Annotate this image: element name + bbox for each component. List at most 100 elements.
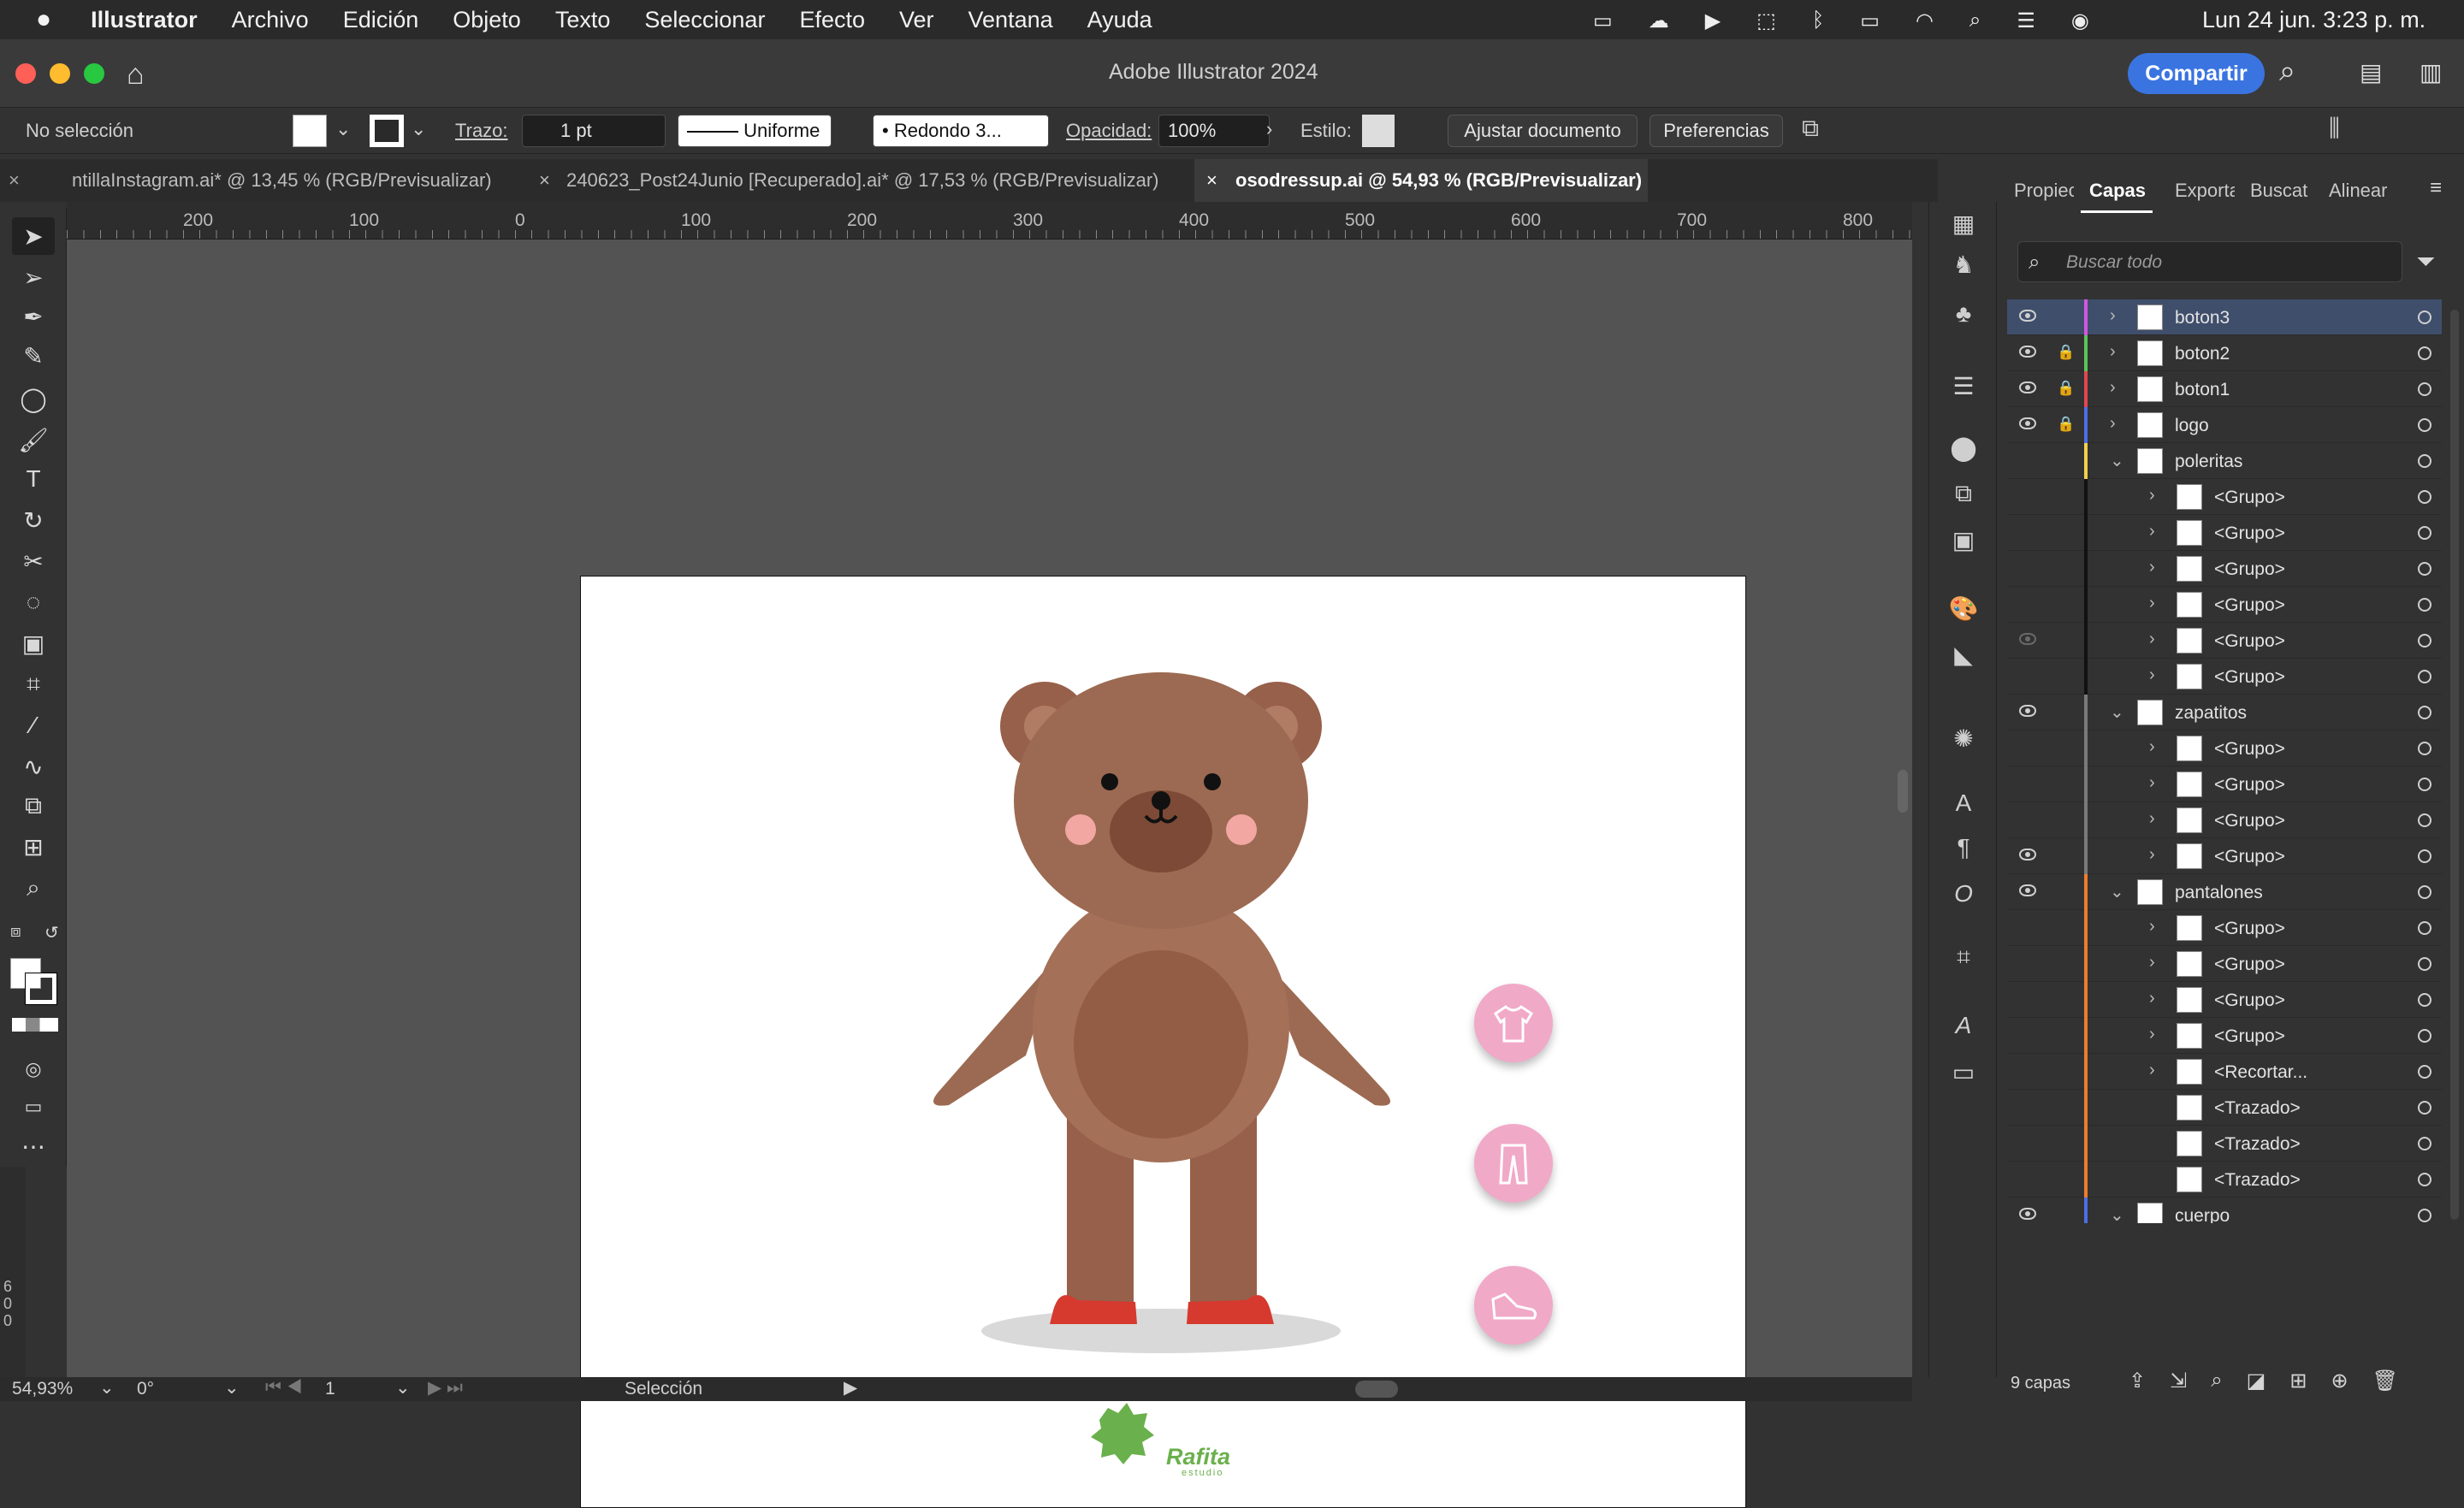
style-swatch[interactable]: [1362, 115, 1395, 147]
layer-name[interactable]: <Recortar...: [2214, 1062, 2307, 1083]
layer-name[interactable]: <Grupo>: [2214, 559, 2285, 580]
target-circle-icon[interactable]: [2418, 670, 2431, 683]
puppet-icon[interactable]: ♞: [1948, 250, 1979, 279]
brush-tool-icon[interactable]: 🖌: [12, 421, 55, 458]
layer-row[interactable]: › <Grupo>: [2007, 982, 2442, 1018]
target-circle-icon[interactable]: [2418, 526, 2431, 540]
layer-row[interactable]: › <Grupo>: [2007, 587, 2442, 623]
screen-mode-icon[interactable]: ▭: [12, 1088, 55, 1126]
target-circle-icon[interactable]: [2418, 921, 2431, 935]
chevron-down-icon[interactable]: ⌄: [2110, 701, 2124, 723]
stroke-profile-select[interactable]: Uniforme: [678, 115, 832, 147]
arrange-icon[interactable]: ⧉: [1802, 115, 1819, 143]
chevron-right-icon[interactable]: ›: [2149, 917, 2155, 937]
lock-icon[interactable]: 🔒: [2057, 345, 2075, 359]
visibility-eye-icon[interactable]: [2019, 1208, 2036, 1220]
chevron-right-icon[interactable]: ›: [2149, 1025, 2155, 1044]
filter-icon[interactable]: ⏷: [2416, 248, 2435, 276]
search-icon[interactable]: ⌕: [1969, 9, 1981, 33]
target-circle-icon[interactable]: [2418, 346, 2431, 360]
layer-name[interactable]: <Grupo>: [2214, 667, 2285, 688]
visibility-eye-icon[interactable]: [2019, 705, 2036, 717]
layer-row[interactable]: › <Recortar...: [2007, 1054, 2442, 1090]
fill-swatch[interactable]: [293, 115, 327, 147]
next-artboard-icon[interactable]: ▶ ⏭: [428, 1377, 463, 1399]
preferences-button[interactable]: Preferencias: [1650, 115, 1783, 147]
delete-icon[interactable]: 🗑: [2372, 1369, 2398, 1393]
visibility-eye-icon[interactable]: [2019, 381, 2036, 393]
layer-name[interactable]: <Grupo>: [2214, 488, 2285, 508]
tab-search[interactable]: Buscat: [2250, 180, 2310, 202]
chevron-right-icon[interactable]: ›: [2149, 665, 2155, 685]
search-icon[interactable]: ⌕: [2279, 55, 2295, 88]
layer-name[interactable]: <Grupo>: [2214, 523, 2285, 544]
layer-row[interactable]: <Trazado>: [2007, 1126, 2442, 1162]
prev-artboard-icon[interactable]: ⏮ ◀: [265, 1377, 302, 1398]
chevron-right-icon[interactable]: ›: [2149, 486, 2155, 506]
layer-row[interactable]: › <Grupo>: [2007, 623, 2442, 659]
stroke-weight-field[interactable]: 1 pt: [522, 115, 666, 147]
workspace-icon[interactable]: ▤: [2360, 58, 2382, 86]
chevron-down-icon[interactable]: ⌄: [224, 1377, 240, 1399]
target-circle-icon[interactable]: [2418, 310, 2431, 324]
layer-row[interactable]: › <Grupo>: [2007, 946, 2442, 982]
layer-name[interactable]: <Grupo>: [2214, 1026, 2285, 1047]
chevron-right-icon[interactable]: ›: [2149, 845, 2155, 865]
paragraph-icon[interactable]: ¶: [1948, 833, 1979, 862]
draw-mode-icon[interactable]: ◎: [12, 1050, 55, 1088]
character-icon[interactable]: A: [1948, 789, 1979, 818]
chevron-down-icon[interactable]: ⌄: [2110, 881, 2124, 902]
chevron-down-icon[interactable]: ⌄: [395, 1377, 411, 1399]
gradient-panel-icon[interactable]: ▭: [1948, 1057, 1979, 1086]
tab-osodressup[interactable]: × osodressup.ai @ 54,93 % (RGB/Previsuali…: [1194, 159, 1648, 202]
layers-search-field[interactable]: ⌕ Buscar todo: [2017, 241, 2402, 282]
layer-row[interactable]: › <Grupo>: [2007, 730, 2442, 766]
visibility-eye-icon[interactable]: [2019, 346, 2036, 358]
stroke-swatch[interactable]: [370, 115, 404, 147]
close-icon[interactable]: ×: [1206, 159, 1217, 202]
layer-row[interactable]: › <Grupo>: [2007, 515, 2442, 551]
screen-icon[interactable]: ⬚: [1756, 9, 1776, 33]
zoom-window-button[interactable]: [84, 63, 104, 84]
chevron-right-icon[interactable]: ›: [2149, 594, 2155, 613]
battery-icon[interactable]: ▭: [1860, 9, 1880, 33]
visibility-eye-icon[interactable]: [2019, 849, 2036, 860]
export-icon[interactable]: ⇪: [2129, 1369, 2146, 1393]
siri-icon[interactable]: ◉: [2071, 9, 2089, 33]
layer-name[interactable]: <Grupo>: [2214, 631, 2285, 652]
visibility-eye-icon[interactable]: [2019, 633, 2036, 645]
chevron-right-icon[interactable]: ›: [2149, 809, 2155, 829]
layer-name[interactable]: <Trazado>: [2214, 1170, 2301, 1191]
pants-button[interactable]: [1474, 1124, 1553, 1203]
layer-row[interactable]: ⌄ zapatitos: [2007, 695, 2442, 730]
artboards-icon[interactable]: ⌗: [1948, 943, 1979, 972]
layer-name[interactable]: <Grupo>: [2214, 739, 2285, 760]
appearance-icon[interactable]: ✺: [1948, 724, 1979, 753]
tab-layers[interactable]: Capas: [2089, 180, 2146, 202]
new-sublayer-icon[interactable]: ⊞: [2289, 1369, 2307, 1393]
layer-name[interactable]: boton2: [2175, 344, 2230, 364]
layer-name[interactable]: <Grupo>: [2214, 955, 2285, 975]
shirt-button[interactable]: [1474, 984, 1553, 1062]
lasso-tool-icon[interactable]: ◌: [12, 583, 55, 621]
shoe-button[interactable]: [1474, 1266, 1553, 1345]
bluetooth-icon[interactable]: ᛒ: [1812, 9, 1824, 33]
layer-name[interactable]: logo: [2175, 416, 2209, 436]
layer-name[interactable]: cuerpo: [2175, 1206, 2230, 1223]
target-circle-icon[interactable]: [2418, 1065, 2431, 1079]
target-circle-icon[interactable]: [2418, 778, 2431, 791]
visibility-eye-icon[interactable]: [2019, 310, 2036, 322]
target-circle-icon[interactable]: [2418, 1101, 2431, 1115]
more-tools-icon[interactable]: ⋯: [12, 1127, 55, 1165]
layer-name[interactable]: <Grupo>: [2214, 991, 2285, 1011]
gradient-tool-icon[interactable]: ▣: [12, 624, 55, 662]
layer-row[interactable]: › <Grupo>: [2007, 766, 2442, 802]
direct-selection-tool-icon[interactable]: ➢: [12, 258, 55, 296]
close-window-button[interactable]: [15, 63, 36, 84]
chevron-down-icon[interactable]: ⌄: [2110, 1204, 2124, 1223]
chevron-right-icon[interactable]: ›: [2149, 630, 2155, 649]
menu-item[interactable]: Archivo: [232, 7, 309, 33]
bear-illustration[interactable]: [581, 577, 1745, 1507]
layer-name[interactable]: zapatitos: [2175, 703, 2247, 724]
menu-item[interactable]: Efecto: [799, 7, 865, 33]
